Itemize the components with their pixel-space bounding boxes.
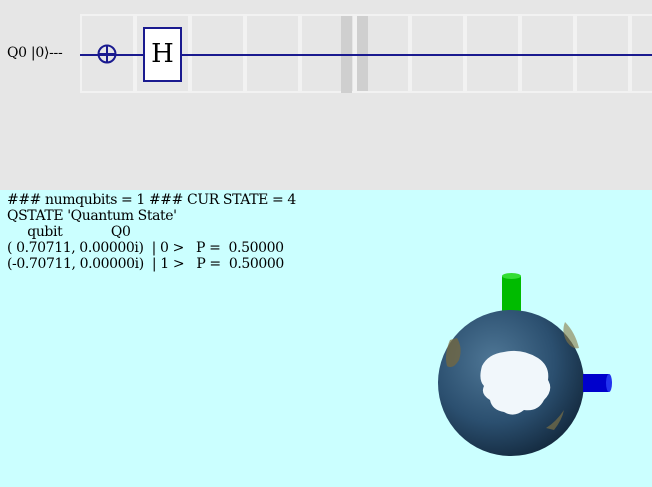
- z-axis-bar: [502, 276, 521, 312]
- state-row-1: (-0.70711, 0.00000i) | 1 > P = 0.50000: [7, 256, 284, 272]
- state-header: ### numqubits = 1 ### CUR STATE = 4: [7, 192, 296, 208]
- qubit-label: Q0 |0⟩---: [7, 45, 63, 61]
- state-row-0: ( 0.70711, 0.00000i) | 0 > P = 0.50000: [7, 240, 284, 256]
- circuit-panel: Q0 |0⟩--- H: [0, 0, 652, 190]
- state-column-header: qubit Q0: [7, 224, 131, 240]
- cnot-target-icon[interactable]: [97, 44, 117, 64]
- bloch-sphere[interactable]: [430, 270, 620, 465]
- x-axis-bar: [583, 374, 609, 392]
- state-readout: ### numqubits = 1 ### CUR STATE = 4 QSTAT…: [7, 192, 296, 272]
- hadamard-gate[interactable]: H: [143, 27, 182, 82]
- state-title: QSTATE 'Quantum State': [7, 208, 177, 224]
